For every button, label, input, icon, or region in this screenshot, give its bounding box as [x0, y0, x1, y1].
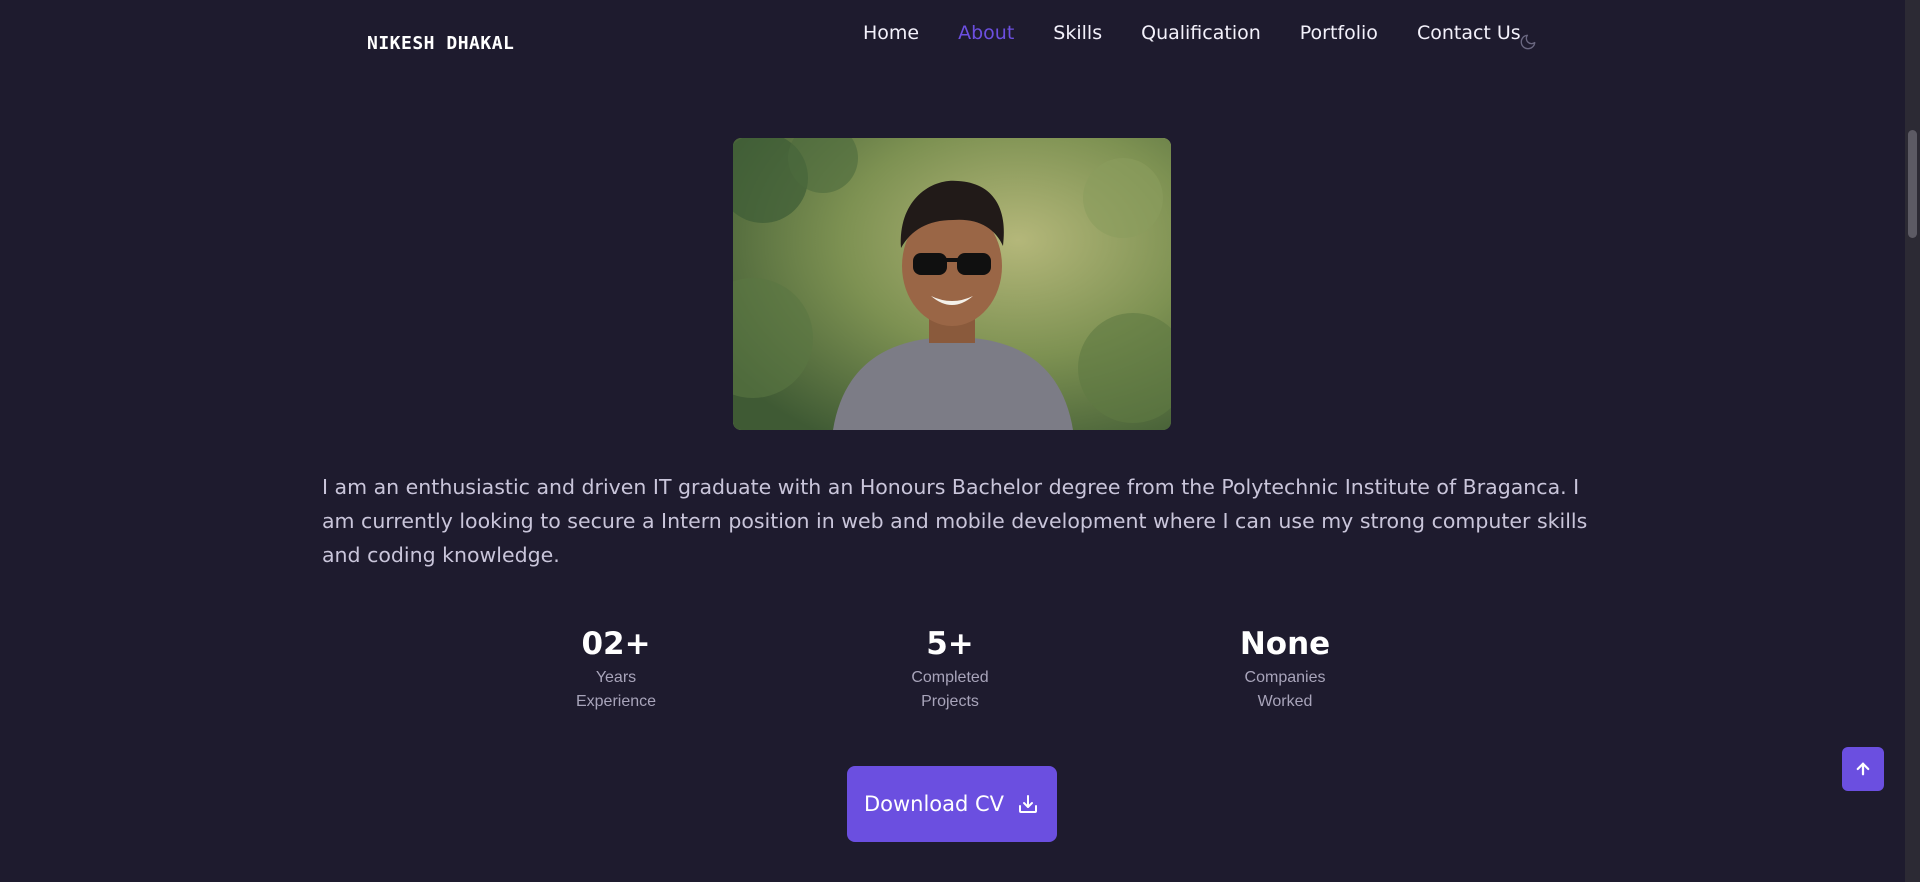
stat-label-line2: Projects — [921, 693, 979, 710]
nav-item-about[interactable]: About — [958, 22, 1014, 44]
stat-experience: 02+ Years Experience — [561, 622, 671, 714]
scroll-up-button[interactable] — [1842, 747, 1884, 791]
nav-item-qualification[interactable]: Qualification — [1141, 22, 1261, 44]
download-cv-label: Download CV — [863, 792, 1005, 816]
nav-item-portfolio[interactable]: Portfolio — [1300, 22, 1378, 44]
page: NIKESH DHAKAL Home About Skills Qualific… — [0, 0, 1920, 882]
arrow-up-icon — [1856, 762, 1870, 776]
download-cv-button[interactable]: Download CV — [847, 766, 1057, 842]
stat-projects: 5+ Completed Projects — [895, 622, 1005, 714]
site-header: NIKESH DHAKAL Home About Skills Qualific… — [0, 0, 1905, 80]
nav-item-home[interactable]: Home — [863, 22, 919, 44]
stat-label-line2: Experience — [575, 693, 657, 710]
main-nav: Home About Skills Qualification Portfoli… — [863, 22, 1521, 44]
profile-photo — [733, 138, 1171, 430]
stat-value: 02+ — [581, 626, 651, 662]
stat-value: 5+ — [926, 626, 974, 662]
scrollbar[interactable] — [1905, 0, 1920, 882]
stat-label-line2: Worked — [1257, 693, 1313, 710]
moon-icon[interactable] — [1519, 33, 1537, 51]
nav-item-contact-us[interactable]: Contact Us — [1417, 22, 1521, 44]
stat-label-line1: Years — [595, 669, 637, 686]
nav-item-skills[interactable]: Skills — [1053, 22, 1102, 44]
stat-companies: None Companies Worked — [1230, 622, 1340, 714]
stat-label-line1: Completed — [911, 669, 989, 686]
site-logo[interactable]: NIKESH DHAKAL — [367, 33, 514, 54]
download-icon — [1019, 795, 1038, 813]
scrollbar-thumb[interactable] — [1908, 130, 1917, 238]
stat-value: None — [1239, 626, 1331, 662]
about-description: I am an enthusiastic and driven IT gradu… — [322, 475, 1588, 567]
stat-label-line1: Companies — [1244, 669, 1326, 686]
